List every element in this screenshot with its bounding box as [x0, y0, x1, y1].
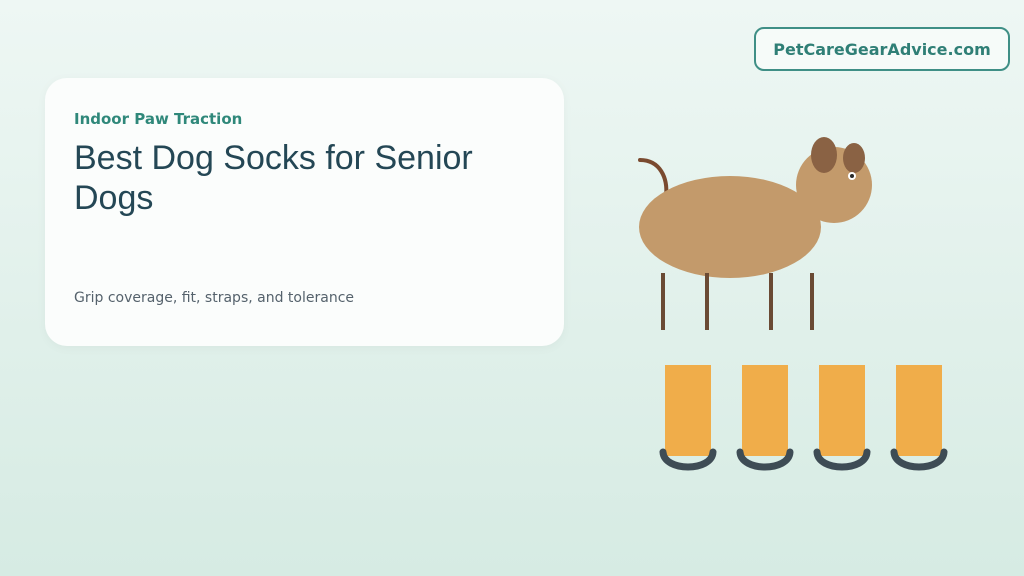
sock-grip: [813, 448, 871, 471]
dog-ear-left: [811, 137, 837, 173]
dog-sock: [742, 365, 788, 456]
dog-ear-right: [843, 143, 865, 173]
page-title: Best Dog Socks for Senior Dogs: [74, 139, 473, 217]
dog-eye-white: [848, 172, 856, 180]
sock-grip: [890, 448, 948, 471]
hero-card: Indoor Paw Traction Best Dog Socks for S…: [45, 78, 564, 346]
sock-grip: [659, 448, 717, 471]
dog-sock: [665, 365, 711, 456]
dog-body: [639, 176, 821, 278]
card-eyebrow: Indoor Paw Traction: [74, 110, 243, 128]
dog-sock: [896, 365, 942, 456]
dog-eye-pupil: [850, 174, 854, 178]
dog-sock: [819, 365, 865, 456]
dog-head: [796, 147, 872, 223]
site-badge[interactable]: PetCareGearAdvice.com: [754, 27, 1010, 71]
card-subtitle: Grip coverage, fit, straps, and toleranc…: [74, 290, 354, 306]
sock-grip: [736, 448, 794, 471]
dog-tail: [638, 158, 669, 198]
